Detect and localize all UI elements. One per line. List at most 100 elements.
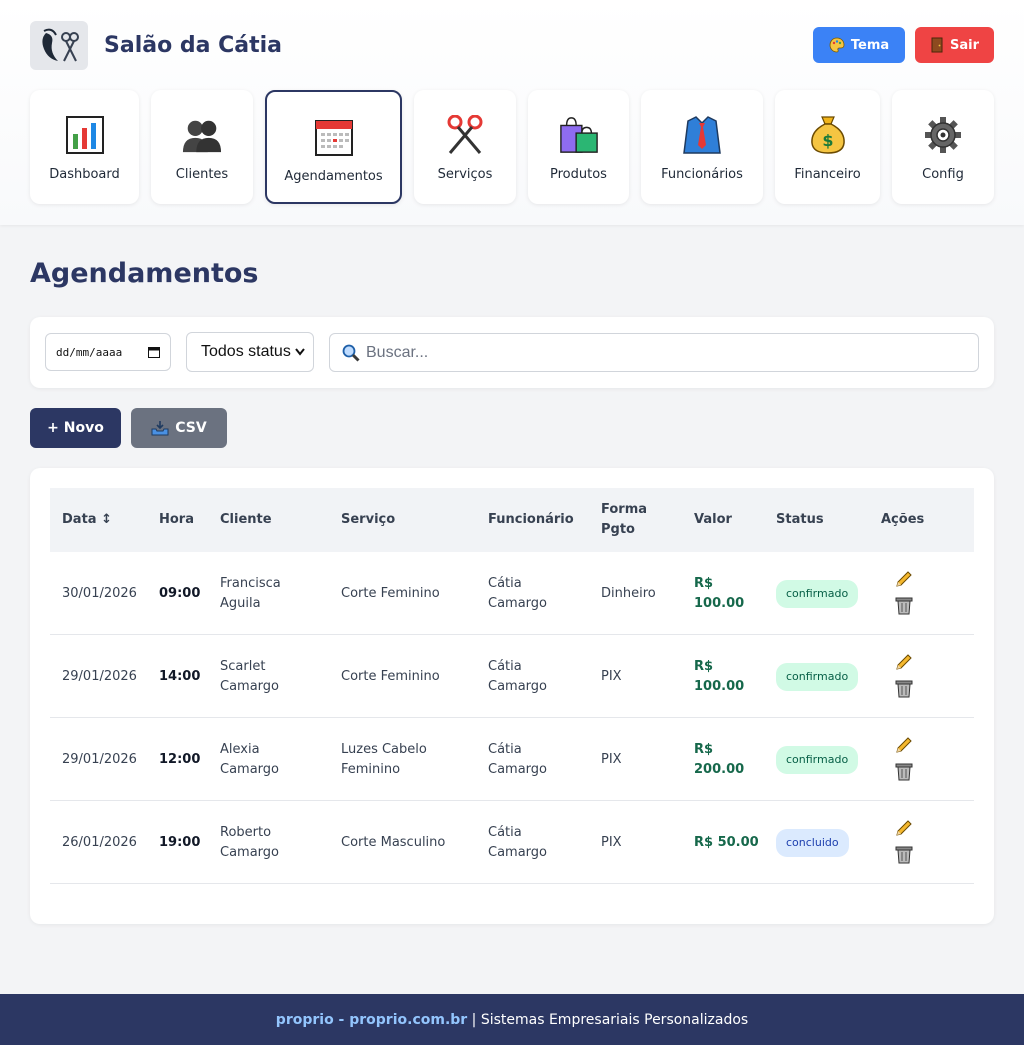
status-filter-select[interactable]: Todos status xyxy=(186,332,314,372)
nav-produtos[interactable]: Produtos xyxy=(528,90,629,204)
col-header-data[interactable]: Data ↕ xyxy=(62,488,112,552)
nav-config[interactable]: Config xyxy=(892,90,994,204)
date-filter-input[interactable]: dd/mm/aaaa xyxy=(45,333,171,371)
theme-button-label: Tema xyxy=(850,37,890,53)
edit-pencil-icon[interactable] xyxy=(893,651,915,673)
cell-valor: R$ 200.00 xyxy=(694,741,745,777)
cell-funcionario: Cátia Camargo xyxy=(488,575,547,611)
col-header-forma-pgto: Forma Pgto xyxy=(601,502,648,537)
row-actions xyxy=(893,734,917,782)
cell-data: 29/01/2026 xyxy=(62,751,137,767)
top-header: Salão da Cátia Tema Sair Dashboard Clien… xyxy=(0,0,1024,225)
cell-status: confirmado xyxy=(776,718,859,801)
svg-text:$: $ xyxy=(822,131,833,150)
col-header-cliente: Cliente xyxy=(220,512,272,527)
trash-icon[interactable] xyxy=(893,594,915,616)
nav-financeiro[interactable]: $ Financeiro xyxy=(775,90,880,204)
col-header-valor: Valor xyxy=(694,512,732,527)
status-badge: concluido xyxy=(776,828,849,857)
search-placeholder: Buscar... xyxy=(366,343,429,361)
nav-funcionarios[interactable]: Funcionários xyxy=(641,90,763,204)
cell-status: confirmado xyxy=(776,552,859,635)
appointments-table: Data ↕ Hora Cliente Serviço Funcionário … xyxy=(30,468,994,924)
cell-servico: Luzes Cabelo Feminino xyxy=(341,741,427,777)
logout-button-label: Sair xyxy=(949,37,979,53)
csv-button-label: CSV xyxy=(175,420,207,436)
cell-data: 30/01/2026 xyxy=(62,585,137,601)
chevron-down-icon xyxy=(295,348,305,356)
door-icon xyxy=(931,37,943,53)
theme-button[interactable]: Tema xyxy=(813,27,905,63)
status-badge: confirmado xyxy=(776,579,859,608)
status-badge: confirmado xyxy=(776,662,859,691)
brand: Salão da Cátia xyxy=(30,21,282,70)
cell-servico: Corte Masculino xyxy=(341,834,446,850)
cell-hora: 12:00 xyxy=(159,751,201,767)
edit-pencil-icon[interactable] xyxy=(893,817,915,839)
table-row: 29/01/2026 12:00 Alexia Camargo Luzes Ca… xyxy=(50,718,974,801)
cell-funcionario: Cátia Camargo xyxy=(488,658,547,694)
cell-status: concluido xyxy=(776,801,849,884)
money-bag-icon: $ xyxy=(808,115,848,155)
gear-icon xyxy=(923,115,963,155)
nav-agendamentos-label: Agendamentos xyxy=(284,169,383,184)
people-icon xyxy=(182,115,222,155)
cell-status: confirmado xyxy=(776,635,859,718)
cell-valor: R$ 50.00 xyxy=(694,834,759,850)
footer-separator: | xyxy=(467,1011,481,1028)
shopping-bags-icon xyxy=(559,115,599,155)
nav-dashboard-label: Dashboard xyxy=(49,167,120,182)
date-filter-placeholder: dd/mm/aaaa xyxy=(56,345,123,359)
table-row: 30/01/2026 09:00 Francisca Aguila Corte … xyxy=(50,552,974,635)
trash-icon[interactable] xyxy=(893,677,915,699)
app-title: Salão da Cátia xyxy=(104,33,282,58)
edit-pencil-icon[interactable] xyxy=(893,734,915,756)
trash-icon[interactable] xyxy=(893,760,915,782)
cell-hora: 14:00 xyxy=(159,668,201,684)
footer: proprio - proprio.com.br | Sistemas Empr… xyxy=(0,994,1024,1045)
cell-hora: 09:00 xyxy=(159,585,201,601)
cell-cliente: Scarlet Camargo xyxy=(220,658,279,694)
cell-forma-pgto: PIX xyxy=(601,834,622,850)
new-button-label: + Novo xyxy=(47,420,104,436)
nav-clientes[interactable]: Clientes xyxy=(151,90,253,204)
cell-cliente: Roberto Camargo xyxy=(220,824,279,860)
cell-servico: Corte Feminino xyxy=(341,585,440,601)
logout-button[interactable]: Sair xyxy=(915,27,994,63)
col-header-status: Status xyxy=(776,512,824,527)
cell-forma-pgto: PIX xyxy=(601,668,622,684)
edit-pencil-icon[interactable] xyxy=(893,568,915,590)
new-appointment-button[interactable]: + Novo xyxy=(30,408,121,448)
cell-cliente: Francisca Aguila xyxy=(220,575,281,611)
nav-agendamentos[interactable]: Agendamentos xyxy=(265,90,402,204)
cell-valor: R$ 100.00 xyxy=(694,575,745,611)
row-actions xyxy=(893,817,917,865)
col-header-hora: Hora xyxy=(159,512,194,527)
nav-servicos[interactable]: Serviços xyxy=(414,90,516,204)
cell-cliente: Alexia Camargo xyxy=(220,741,279,777)
search-icon xyxy=(342,344,360,362)
cell-servico: Corte Feminino xyxy=(341,668,440,684)
shirt-tie-icon xyxy=(682,115,722,155)
table-header: Data ↕ Hora Cliente Serviço Funcionário … xyxy=(50,488,974,552)
cell-data: 26/01/2026 xyxy=(62,834,137,850)
search-input[interactable]: Buscar... xyxy=(329,333,979,372)
cell-funcionario: Cátia Camargo xyxy=(488,741,547,777)
filter-bar: dd/mm/aaaa Todos status Buscar... xyxy=(30,317,994,388)
scissors-icon xyxy=(445,115,485,155)
inbox-tray-icon xyxy=(151,421,169,436)
nav-config-label: Config xyxy=(922,167,964,182)
col-header-acoes: Ações xyxy=(881,512,925,527)
calendar-picker-icon[interactable] xyxy=(148,346,160,358)
salon-logo-icon xyxy=(30,21,88,70)
cell-forma-pgto: PIX xyxy=(601,751,622,767)
cell-funcionario: Cátia Camargo xyxy=(488,824,547,860)
footer-brand-link[interactable]: proprio - proprio.com.br xyxy=(276,1012,467,1028)
col-header-servico: Serviço xyxy=(341,512,396,527)
status-filter-value: Todos status xyxy=(201,343,291,360)
nav-dashboard[interactable]: Dashboard xyxy=(30,90,139,204)
nav-financeiro-label: Financeiro xyxy=(794,167,861,182)
status-badge: confirmado xyxy=(776,745,859,774)
export-csv-button[interactable]: CSV xyxy=(131,408,227,448)
trash-icon[interactable] xyxy=(893,843,915,865)
